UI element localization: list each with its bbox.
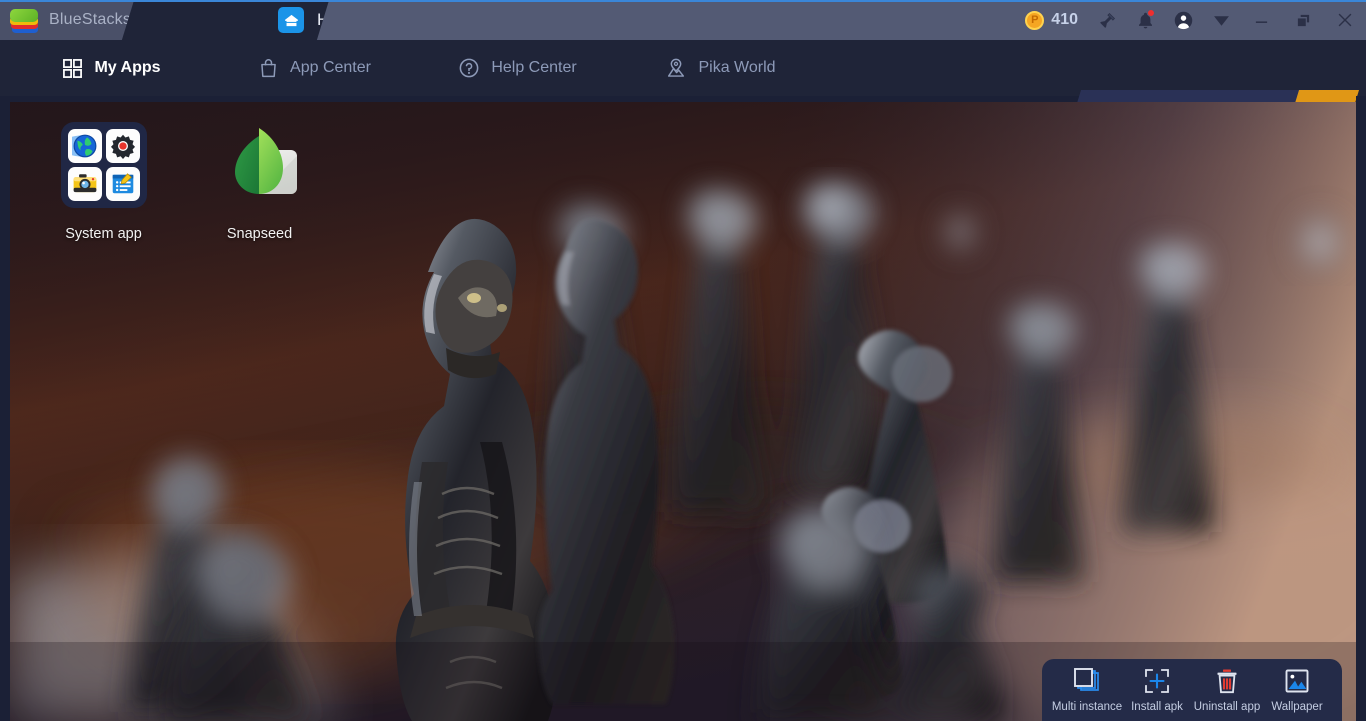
- nav-tab-my-apps-label: My Apps: [94, 59, 161, 76]
- notes-list-icon: [105, 167, 140, 201]
- app-logo-area: BlueStacks: [0, 0, 142, 40]
- app-icon-grid: System app Snapseed: [42, 120, 321, 242]
- navigation-bar: My Apps App Center Help Center Pika Worl…: [0, 40, 1366, 142]
- settings-gear-icon: [105, 129, 140, 163]
- wallpaper-label: Wallpaper: [1271, 701, 1323, 713]
- tab-home-label: Home: [317, 10, 330, 29]
- account-avatar-icon[interactable]: [1164, 0, 1202, 40]
- browser-globe-icon: [67, 129, 102, 163]
- brand-label: BlueStacks: [49, 11, 132, 28]
- nav-tab-help-center-label: Help Center: [491, 59, 577, 76]
- bag-icon: [258, 58, 279, 79]
- tab-home[interactable]: Home: [121, 0, 330, 40]
- titlebar-controls: P 410: [1019, 0, 1366, 40]
- multi-instance-label: Multi instance: [1051, 701, 1123, 713]
- bottom-toolbar: Multi instance Install apk Uninstall app…: [1042, 659, 1342, 721]
- close-button[interactable]: [1324, 0, 1366, 40]
- coin-icon: P: [1025, 10, 1045, 30]
- camera-icon: [67, 167, 102, 201]
- bluestacks-window: BlueStacks Home P 410 My Apps App Center…: [0, 0, 1366, 721]
- map-pin-icon: [665, 57, 687, 79]
- coin-balance[interactable]: P 410: [1019, 0, 1088, 40]
- restore-button[interactable]: [1282, 0, 1324, 40]
- nav-tab-my-apps[interactable]: My Apps: [10, 40, 213, 96]
- nav-tab-list: My Apps App Center Help Center Pika Worl…: [10, 40, 822, 96]
- nav-tab-pika-world[interactable]: Pika World: [619, 40, 822, 96]
- wallpaper-button[interactable]: Wallpaper: [1262, 666, 1332, 713]
- minimize-button[interactable]: [1240, 0, 1282, 40]
- nav-tab-help-center[interactable]: Help Center: [416, 40, 619, 96]
- app-item-snapseed[interactable]: Snapseed: [198, 120, 321, 242]
- install-apk-label: Install apk: [1131, 701, 1183, 713]
- nav-tab-app-center[interactable]: App Center: [213, 40, 416, 96]
- wallpaper-image-icon: [1284, 666, 1310, 696]
- home-icon: [278, 7, 304, 33]
- question-icon: [458, 57, 480, 79]
- chevron-down-icon[interactable]: [1202, 0, 1240, 40]
- app-label-snapseed: Snapseed: [226, 226, 293, 242]
- install-apk-button[interactable]: Install apk: [1122, 666, 1192, 713]
- grid-icon: [62, 58, 83, 79]
- multi-instance-icon: [1073, 666, 1101, 696]
- install-apk-icon: [1144, 666, 1170, 696]
- app-item-system-app[interactable]: System app: [42, 120, 165, 242]
- snapseed-leaf-icon: [217, 122, 303, 208]
- app-label-system-app: System app: [65, 226, 142, 242]
- uninstall-app-label: Uninstall app: [1193, 701, 1261, 713]
- notifications-bell-icon[interactable]: [1126, 0, 1164, 40]
- home-desktop: System app Snapseed Multi instance Insta…: [10, 102, 1356, 721]
- window-frame-right: [1356, 96, 1366, 721]
- system-app-folder-icon: [60, 122, 147, 208]
- bluestacks-layers-logo: [10, 7, 40, 33]
- trash-can-icon: [1215, 666, 1239, 696]
- nav-tab-pika-world-label: Pika World: [698, 59, 776, 76]
- uninstall-app-button[interactable]: Uninstall app: [1192, 666, 1262, 713]
- multi-instance-button[interactable]: Multi instance: [1052, 666, 1122, 713]
- notification-badge: [1147, 9, 1155, 17]
- window-frame-left: [0, 96, 10, 721]
- coin-balance-value: 410: [1051, 11, 1078, 28]
- nav-tab-app-center-label: App Center: [290, 59, 371, 76]
- pin-icon[interactable]: [1088, 0, 1126, 40]
- window-frame-top-accent: [0, 0, 1366, 2]
- title-bar: BlueStacks Home P 410: [0, 0, 1366, 40]
